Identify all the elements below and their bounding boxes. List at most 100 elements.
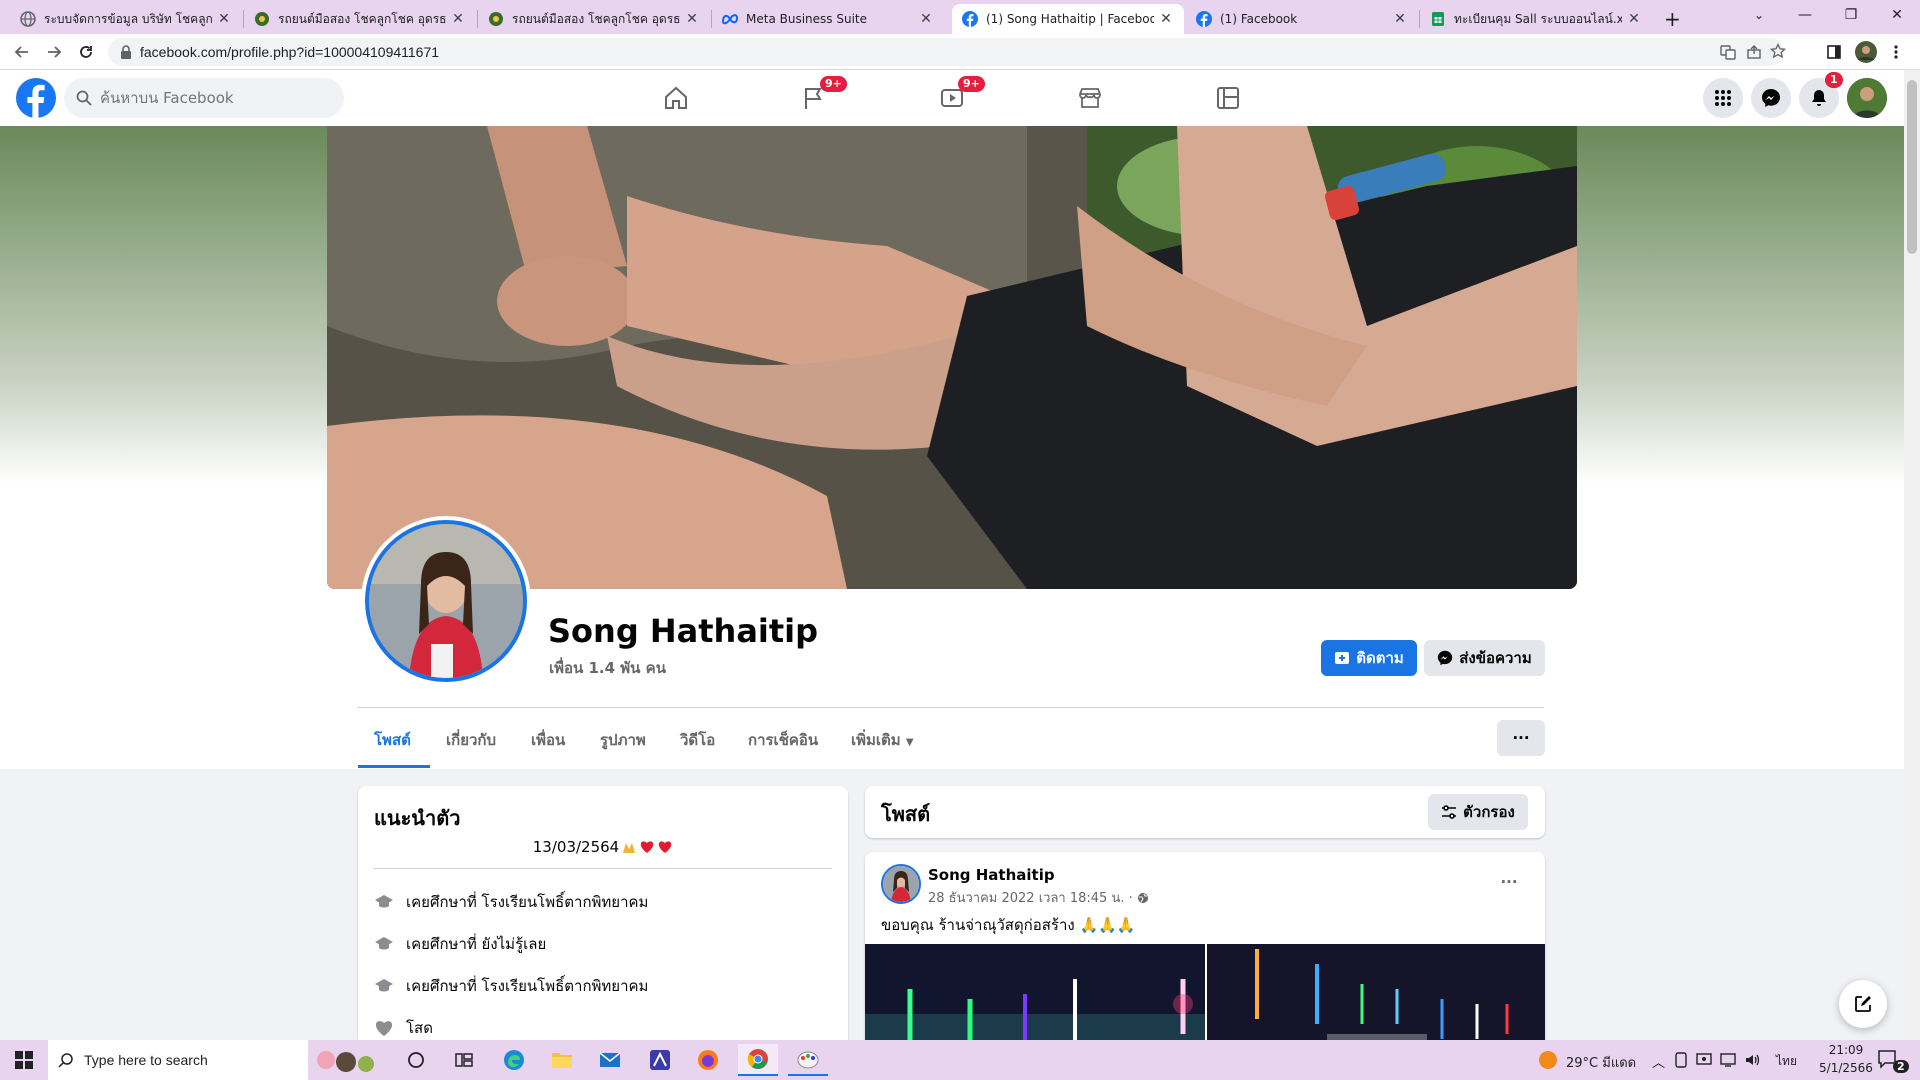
profile-more-button[interactable]: ··· [1497,720,1545,756]
browser-tab[interactable]: รถยนต์มือสอง โชคลูกโชค อุดรธานี ✕ [244,4,476,34]
tab-posts[interactable]: โพสต์ [374,728,411,752]
tab-about[interactable]: เกี่ยวกับ [446,728,496,752]
clock-time[interactable]: 21:09 [1816,1043,1876,1057]
facebook-header: 9+ 9+ 1 [0,70,1904,126]
nav-pages-button[interactable]: 9+ [758,70,870,126]
close-tab-icon[interactable]: ✕ [1392,11,1408,27]
task-view-icon[interactable] [396,1044,436,1076]
tab-friends[interactable]: เพื่อน [531,728,565,752]
taskbar-search-box[interactable]: Type here to search [48,1040,374,1080]
graduation-cap-icon [374,976,394,996]
post-options-button[interactable]: ··· [1491,864,1527,900]
tab-photos[interactable]: รูปภาพ [600,728,646,752]
windows-start-button[interactable] [4,1044,44,1076]
nav-home-button[interactable] [620,70,732,126]
chrome-icon[interactable] [738,1044,778,1076]
chrome-menu-icon[interactable] [1884,40,1908,64]
translate-icon[interactable] [1720,44,1736,60]
post-author-name[interactable]: Song Hathaitip [928,866,1055,884]
message-button[interactable]: ส่งข้อความ [1424,640,1545,676]
scrollbar-thumb[interactable] [1907,80,1917,254]
minimize-button[interactable]: — [1782,0,1828,30]
nav-gaming-button[interactable] [1172,70,1284,126]
browser-tab-active[interactable]: (1) Song Hathaitip | Facebook ✕ [952,4,1184,34]
widgets-icon[interactable] [444,1044,484,1076]
input-language[interactable]: ไทย [1776,1052,1797,1071]
show-hidden-icons-icon[interactable]: ︿ [1652,1052,1665,1071]
facebook-search-box[interactable] [64,78,344,118]
bookmark-star-icon[interactable] [1770,43,1786,59]
post-card: Song Hathaitip 28 ธันวาคม 2022 เวลา 18:4… [865,852,1545,1052]
nav-marketplace-button[interactable] [1034,70,1146,126]
meta-logo-icon [722,11,738,27]
facebook-search-input[interactable] [100,89,320,107]
profile-picture[interactable] [361,516,531,686]
close-tab-icon[interactable]: ✕ [1626,11,1642,27]
account-avatar[interactable] [1847,78,1887,118]
cover-photo[interactable] [327,126,1577,589]
paint-icon[interactable] [788,1044,828,1076]
facebook-logo-icon[interactable] [16,78,56,118]
new-message-button[interactable] [1839,980,1887,1028]
new-tab-button[interactable]: + [1658,4,1688,34]
tray-icon[interactable] [1696,1052,1712,1068]
friends-count[interactable]: เพื่อน 1.4 พัน คน [549,656,666,680]
caret-down-icon: ▼ [905,737,914,748]
tab-more[interactable]: เพิ่มเติม ▼ [851,728,914,752]
tab-checkins[interactable]: การเช็คอิน [748,728,818,752]
clock-date[interactable]: 5/1/2566 [1808,1061,1884,1075]
page-scrollbar[interactable] [1904,70,1920,1040]
search-highlight-icon [316,1042,378,1078]
follow-icon [1334,650,1350,666]
browser-tab[interactable]: Meta Business Suite ✕ [712,4,944,34]
firefox-icon[interactable] [688,1044,728,1076]
post-photo[interactable] [865,944,1205,1052]
close-tab-icon[interactable]: ✕ [918,11,934,27]
mail-icon[interactable] [590,1044,630,1076]
close-tab-icon[interactable]: ✕ [216,11,232,27]
close-window-button[interactable]: ✕ [1874,0,1920,30]
graduation-cap-icon [374,892,394,912]
weather-text[interactable]: 29°C มีแดด [1566,1052,1636,1073]
follow-button[interactable]: ติดตาม [1321,640,1417,676]
marketplace-icon [1077,85,1103,111]
volume-icon[interactable] [1744,1052,1760,1068]
nav-watch-button[interactable]: 9+ [896,70,1008,126]
side-panel-icon[interactable] [1822,40,1846,64]
close-tab-icon[interactable]: ✕ [1158,11,1174,27]
filter-button[interactable]: ตัวกรอง [1428,794,1528,830]
close-tab-icon[interactable]: ✕ [450,11,466,27]
profile-avatar[interactable] [1854,40,1878,64]
notifications-button[interactable]: 1 [1799,72,1843,118]
intro-title: แนะนำตัว [374,806,461,830]
menu-button[interactable] [1703,78,1743,118]
restore-button[interactable]: ❐ [1828,0,1874,30]
browser-tab[interactable]: (1) Facebook ✕ [1186,4,1418,34]
url-text[interactable]: facebook.com/profile.php?id=100004109411… [140,44,439,60]
weather-icon[interactable] [1538,1050,1558,1070]
lock-icon[interactable] [120,45,132,59]
browser-tab[interactable]: ระบบจัดการข้อมูล บริษัท โชคลูกโชค ✕ [10,4,242,34]
reload-button[interactable] [74,40,98,64]
address-bar[interactable]: facebook.com/profile.php?id=100004109411… [108,38,1786,66]
app-icon[interactable] [640,1044,680,1076]
notification-badge: 1 [1825,72,1843,88]
edge-icon[interactable] [494,1044,534,1076]
file-explorer-icon[interactable] [542,1044,582,1076]
post-photo[interactable] [1207,944,1545,1052]
tab-videos[interactable]: วิดีโอ [680,728,715,752]
browser-tab[interactable]: รถยนต์มือสอง โชคลูกโชค อุดรธานี ✕ [478,4,710,34]
post-timestamp[interactable]: 28 ธันวาคม 2022 เวลา 18:45 น. · [928,887,1149,908]
watch-badge: 9+ [958,76,985,92]
tray-icon[interactable] [1674,1052,1688,1068]
tab-search-icon[interactable]: ⌄ [1736,0,1782,30]
network-icon[interactable] [1720,1052,1736,1068]
home-icon [663,85,689,111]
close-tab-icon[interactable]: ✕ [684,11,700,27]
back-button[interactable] [10,40,34,64]
post-author-avatar[interactable] [881,864,921,904]
browser-tab[interactable]: ทะเบียนคุม Sall ระบบออนไลน์.xlsx - ✕ [1420,4,1652,34]
forward-button[interactable] [42,40,66,64]
share-icon[interactable] [1746,44,1762,60]
messenger-button[interactable] [1751,78,1791,118]
